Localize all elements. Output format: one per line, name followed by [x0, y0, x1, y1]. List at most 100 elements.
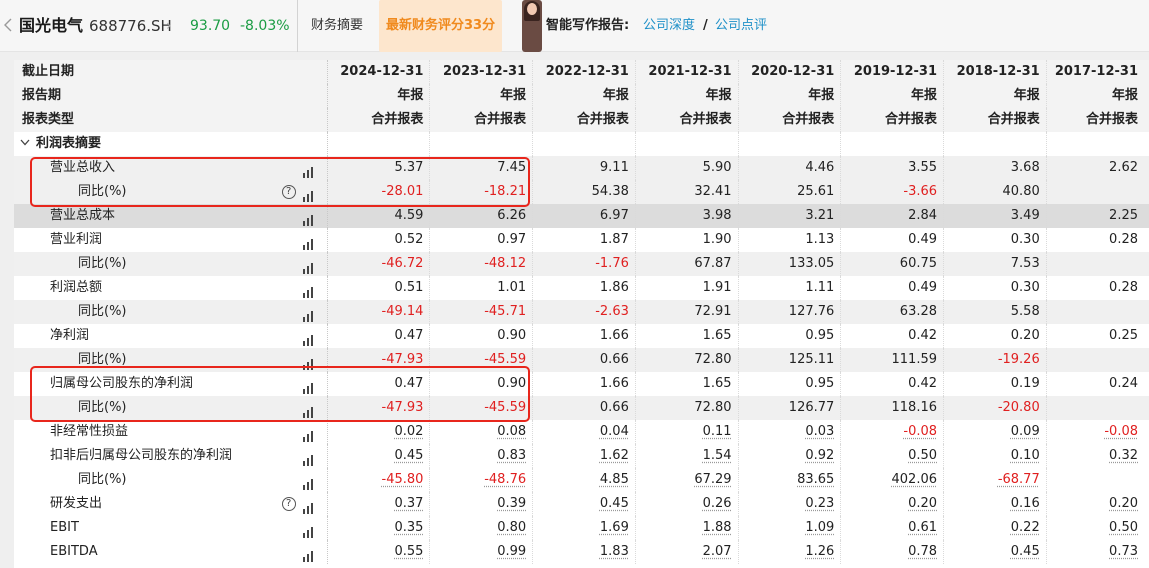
table-row[interactable]: 同比(%) -45.80 -48.76 4.85 67.29 83.65 402.06 -68…	[14, 468, 1149, 492]
table-row[interactable]: 研发支出? 0.37 0.39 0.45 0.26 0.23 0.20 0.16 0.20	[14, 492, 1149, 516]
value-cell: -48.76	[429, 468, 534, 492]
cell-value: 402.06	[891, 472, 938, 487]
table-row[interactable]: 同比(%)? -28.01 -18.21 54.38 32.41 25.61 -3.66 40…	[14, 180, 1149, 204]
cell-value: -49.14	[381, 304, 424, 319]
table-row[interactable]: 非经常性损益 0.02 0.08 0.04 0.11 0.03 -0.08 0.09 -0.08	[14, 420, 1149, 444]
cell-value: 2.62	[1109, 160, 1138, 175]
link-company-depth[interactable]: 公司深度	[643, 0, 695, 52]
row-label: 同比(%)	[78, 304, 127, 319]
value-cell: 0.45	[943, 540, 1047, 564]
tab-financial-summary[interactable]: 财务摘要	[311, 0, 363, 52]
link-company-review[interactable]: 公司点评	[715, 0, 767, 52]
table-row[interactable]: 营业利润 0.52 0.97 1.87 1.90 1.13 0.49 0.30 0.28	[14, 228, 1149, 252]
cell-value: -45.59	[484, 400, 527, 415]
bar-chart-icon[interactable]	[302, 547, 315, 562]
bar-chart-icon[interactable]	[302, 211, 315, 226]
value-cell: 0.97	[429, 228, 534, 252]
cell-value: 1.11	[805, 280, 835, 295]
bar-chart-icon[interactable]	[302, 499, 315, 514]
help-icon[interactable]: ?	[281, 497, 296, 511]
cell-value: 0.11	[702, 424, 732, 439]
cell-value: 0.97	[497, 232, 527, 247]
cell-value: 0.20	[1109, 496, 1138, 511]
table-row[interactable]: 营业总成本 4.59 6.26 6.97 3.98 3.21 2.84 3.49 2.25	[14, 204, 1149, 228]
cell-value: 0.37	[394, 496, 424, 511]
table-row[interactable]: 同比(%) -46.72 -48.12 -1.76 67.87 133.05 60.75 7.…	[14, 252, 1149, 276]
cell-value: 1.09	[805, 520, 835, 535]
cell-value: 0.55	[394, 544, 424, 559]
row-label-cell: 研发支出?	[14, 492, 328, 516]
column-header-cell: 2017-12-31	[1046, 60, 1149, 84]
table-row[interactable]: EBITDA 0.55 0.99 1.83 2.07 1.26 0.78 0.45 0.73	[14, 540, 1149, 564]
table-row[interactable]: 同比(%) -47.93 -45.59 0.66 72.80 126.77 118.16 -2…	[14, 396, 1149, 420]
value-cell: 0.35	[327, 516, 431, 540]
bar-chart-icon[interactable]	[302, 355, 315, 370]
stock-name: 国光电气	[19, 16, 84, 35]
column-header-cell: 合并报表	[429, 108, 534, 132]
bar-chart-icon[interactable]	[302, 379, 315, 394]
bar-chart-icon[interactable]	[302, 523, 315, 538]
bar-chart-icon[interactable]	[302, 187, 315, 202]
bar-chart-icon[interactable]	[302, 283, 315, 298]
financial-score-badge[interactable]: 最新财务评分33分	[379, 0, 503, 52]
value-cell: 0.95	[738, 372, 842, 396]
cell-value: 1.13	[805, 232, 835, 247]
bar-chart-icon[interactable]	[302, 307, 315, 322]
value-cell: 1.26	[738, 540, 842, 564]
cell-value: 0.35	[394, 520, 424, 535]
value-cell: 0.52	[327, 228, 431, 252]
value-cell: 0.20	[1046, 492, 1149, 516]
stock-header-bar: 国光电气 688776.SH › 93.70 -8.03% 财务摘要 最新财务评…	[0, 0, 1149, 52]
bar-chart-icon[interactable]	[302, 403, 315, 418]
value-cell: 3.49	[943, 204, 1047, 228]
cell-value: 1.01	[497, 280, 527, 295]
table-row[interactable]: 同比(%) -47.93 -45.59 0.66 72.80 125.11 111.59 -1…	[14, 348, 1149, 372]
table-row[interactable]: 利润总额 0.51 1.01 1.86 1.91 1.11 0.49 0.30 0.28	[14, 276, 1149, 300]
value-cell: 7.45	[429, 156, 534, 180]
table-row[interactable]: 扣非后归属母公司股东的净利润 0.45 0.83 1.62 1.54 0.92 0.50 0.…	[14, 444, 1149, 468]
column-header-cell: 合并报表	[635, 108, 739, 132]
table-row[interactable]: 归属母公司股东的净利润 0.47 0.90 1.66 1.65 0.95 0.42 0.19 0…	[14, 372, 1149, 396]
table-row[interactable]: 同比(%) -49.14 -45.71 -2.63 72.91 127.76 63.28 5.…	[14, 300, 1149, 324]
bar-chart-icon[interactable]	[302, 475, 315, 490]
cell-value: 0.30	[1010, 280, 1040, 295]
row-label: 非经常性损益	[50, 424, 129, 439]
bar-chart-icon[interactable]	[302, 427, 315, 442]
value-cell: -45.59	[429, 396, 534, 420]
cell-value: -46.72	[381, 256, 424, 271]
table-row[interactable]: 营业总收入 5.37 7.45 9.11 5.90 4.46 3.55 3.68 2.62	[14, 156, 1149, 180]
section-row-income-statement[interactable]: 利润表摘要	[14, 132, 1149, 156]
value-cell: -45.80	[327, 468, 431, 492]
cell-value: 0.80	[497, 520, 527, 535]
help-icon[interactable]: ?	[281, 185, 296, 199]
value-cell: 0.32	[1046, 444, 1149, 468]
cell-value: -68.77	[997, 472, 1040, 487]
value-cell: 3.55	[840, 156, 945, 180]
cell-value: 0.23	[805, 496, 835, 511]
cell-value: 2.25	[1109, 208, 1138, 223]
bar-chart-icon[interactable]	[302, 235, 315, 250]
cell-value: 7.45	[497, 160, 527, 175]
table-row[interactable]: EBIT 0.35 0.80 1.69 1.88 1.09 0.61 0.22 0.50	[14, 516, 1149, 540]
chevron-down-icon[interactable]	[20, 136, 36, 151]
value-cell: 0.39	[429, 492, 534, 516]
stock-price: 93.70	[190, 18, 231, 34]
cell-value: 1.65	[702, 328, 732, 343]
cell-value: 0.30	[1010, 232, 1040, 247]
bar-chart-icon[interactable]	[302, 331, 315, 346]
bar-chart-icon[interactable]	[302, 451, 315, 466]
value-cell: 1.90	[635, 228, 739, 252]
section-toggle[interactable]: 利润表摘要	[14, 132, 328, 156]
bar-chart-icon[interactable]	[302, 259, 315, 274]
cell-value: 0.08	[497, 424, 527, 439]
section-label: 利润表摘要	[36, 136, 102, 151]
chevron-left-icon[interactable]	[4, 0, 12, 52]
value-cell: 4.59	[327, 204, 431, 228]
chevron-right-icon[interactable]: ›	[166, 0, 172, 52]
row-label-cell: 扣非后归属母公司股东的净利润	[14, 444, 328, 468]
value-cell: 402.06	[840, 468, 945, 492]
table-row[interactable]: 净利润 0.47 0.90 1.66 1.65 0.95 0.42 0.20 0.25	[14, 324, 1149, 348]
bar-chart-icon[interactable]	[302, 163, 315, 178]
value-cell: 0.08	[429, 420, 534, 444]
value-cell	[1046, 180, 1149, 204]
